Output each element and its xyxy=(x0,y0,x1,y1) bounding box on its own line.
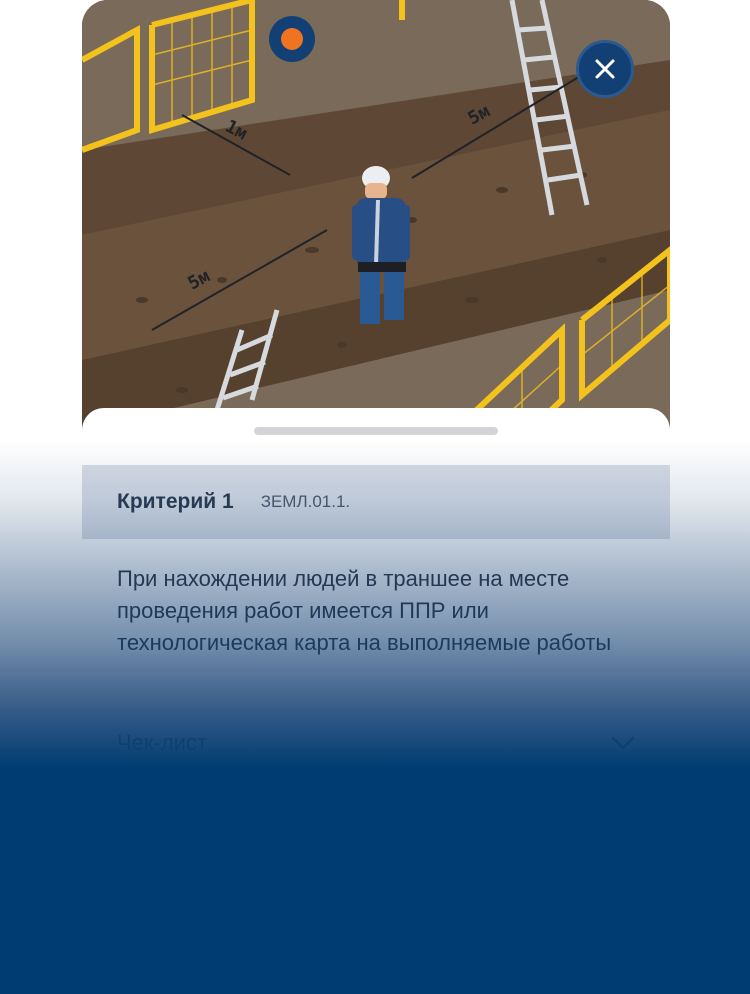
criterion-code: ЗЕМЛ.01.1. xyxy=(260,492,351,511)
chevron-down-icon xyxy=(611,736,635,750)
checklist-toggle[interactable]: Чек-лист xyxy=(117,730,635,756)
checklist-label: Чек-лист xyxy=(117,730,208,755)
hotspot-marker[interactable] xyxy=(269,16,315,62)
sheet-drag-handle[interactable] xyxy=(254,427,498,435)
bottom-sheet: Критерий 1 ЗЕМЛ.01.1. При нахождении люд… xyxy=(82,408,670,968)
criterion-header: Критерий 1 ЗЕМЛ.01.1. xyxy=(82,465,670,539)
close-button[interactable] xyxy=(576,40,634,98)
hotspot-dot xyxy=(281,28,303,50)
criterion-title: Критерий 1 xyxy=(117,490,234,513)
criterion-description: При нахождении людей в траншее на месте … xyxy=(117,566,612,655)
close-icon xyxy=(595,59,615,79)
